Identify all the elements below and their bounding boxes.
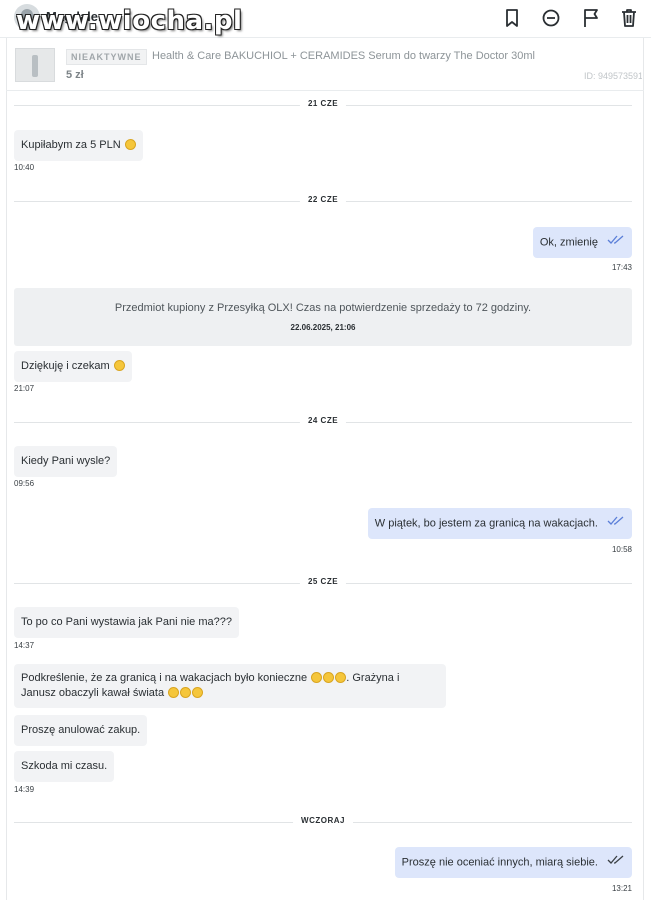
message-incoming[interactable]: Proszę anulować zakup. bbox=[14, 715, 148, 746]
listing-price: 5 zł bbox=[66, 69, 84, 81]
laughing-emoji-icon bbox=[192, 687, 204, 698]
laughing-emoji-icon bbox=[323, 672, 335, 683]
date-divider: WCZORAJ bbox=[14, 816, 632, 828]
date-divider: 25 CZE bbox=[14, 577, 632, 589]
date-divider: 22 CZE bbox=[14, 195, 632, 207]
conversation-header: Magdalena www.wiocha.pl bbox=[0, 0, 651, 38]
message-outgoing[interactable]: Proszę nie oceniać innych, miarą siebie. bbox=[394, 847, 632, 879]
minus-circle-icon[interactable] bbox=[540, 7, 562, 29]
watermark: www.wiocha.pl bbox=[16, 6, 243, 36]
message-outgoing[interactable]: W piątek, bo jestem za granicą na wakacj… bbox=[367, 508, 632, 540]
listing-id: ID: 949573591 bbox=[584, 71, 642, 81]
message-time: 13:21 bbox=[611, 884, 632, 893]
message-time: 21:07 bbox=[14, 384, 35, 393]
read-ticks-icon bbox=[607, 855, 625, 870]
system-message: Przedmiot kupiony z Przesyłką OLX! Czas … bbox=[14, 288, 632, 346]
message-outgoing[interactable]: Ok, zmienię bbox=[532, 227, 632, 259]
message-time: 10:58 bbox=[611, 545, 632, 554]
bookmark-icon[interactable] bbox=[501, 7, 523, 29]
smile-emoji-icon bbox=[124, 139, 136, 150]
message-time: 14:39 bbox=[14, 785, 35, 794]
read-ticks-icon bbox=[607, 235, 625, 250]
laughing-emoji-icon bbox=[311, 672, 323, 683]
listing-thumbnail[interactable] bbox=[15, 48, 55, 82]
laughing-emoji-icon bbox=[180, 687, 192, 698]
message-time: 17:43 bbox=[611, 263, 632, 272]
flag-icon[interactable] bbox=[580, 7, 602, 29]
system-message-text: Przedmiot kupiony z Przesyłką OLX! Czas … bbox=[114, 302, 532, 314]
trash-icon[interactable] bbox=[618, 7, 640, 29]
date-divider: 24 CZE bbox=[14, 416, 632, 428]
status-badge: NIEAKTYWNE bbox=[66, 49, 147, 65]
listing-bar[interactable]: NIEAKTYWNE Health & Care BAKUCHIOL + CER… bbox=[6, 39, 644, 91]
message-incoming[interactable]: Podkreślenie, że za granicą i na wakacja… bbox=[14, 664, 446, 708]
smile-emoji-icon bbox=[113, 360, 125, 371]
laughing-emoji-icon bbox=[335, 672, 347, 683]
message-incoming[interactable]: Kupiłabym za 5 PLN bbox=[14, 130, 143, 161]
message-time: 14:37 bbox=[14, 641, 35, 650]
read-ticks-icon bbox=[607, 516, 625, 531]
message-time: 09:56 bbox=[14, 479, 35, 488]
message-incoming[interactable]: Szkoda mi czasu. bbox=[14, 751, 115, 782]
listing-title[interactable]: Health & Care BAKUCHIOL + CERAMIDES Seru… bbox=[152, 50, 535, 62]
message-incoming[interactable]: Dziękuję i czekam bbox=[14, 351, 132, 382]
message-incoming[interactable]: To po co Pani wystawia jak Pani nie ma??… bbox=[14, 607, 239, 638]
date-divider: 21 CZE bbox=[14, 99, 632, 111]
message-time: 10:40 bbox=[14, 163, 35, 172]
system-message-date: 22.06.2025, 21:06 bbox=[290, 323, 356, 332]
laughing-emoji-icon bbox=[168, 687, 180, 698]
message-incoming[interactable]: Kiedy Pani wysle? bbox=[14, 446, 118, 477]
